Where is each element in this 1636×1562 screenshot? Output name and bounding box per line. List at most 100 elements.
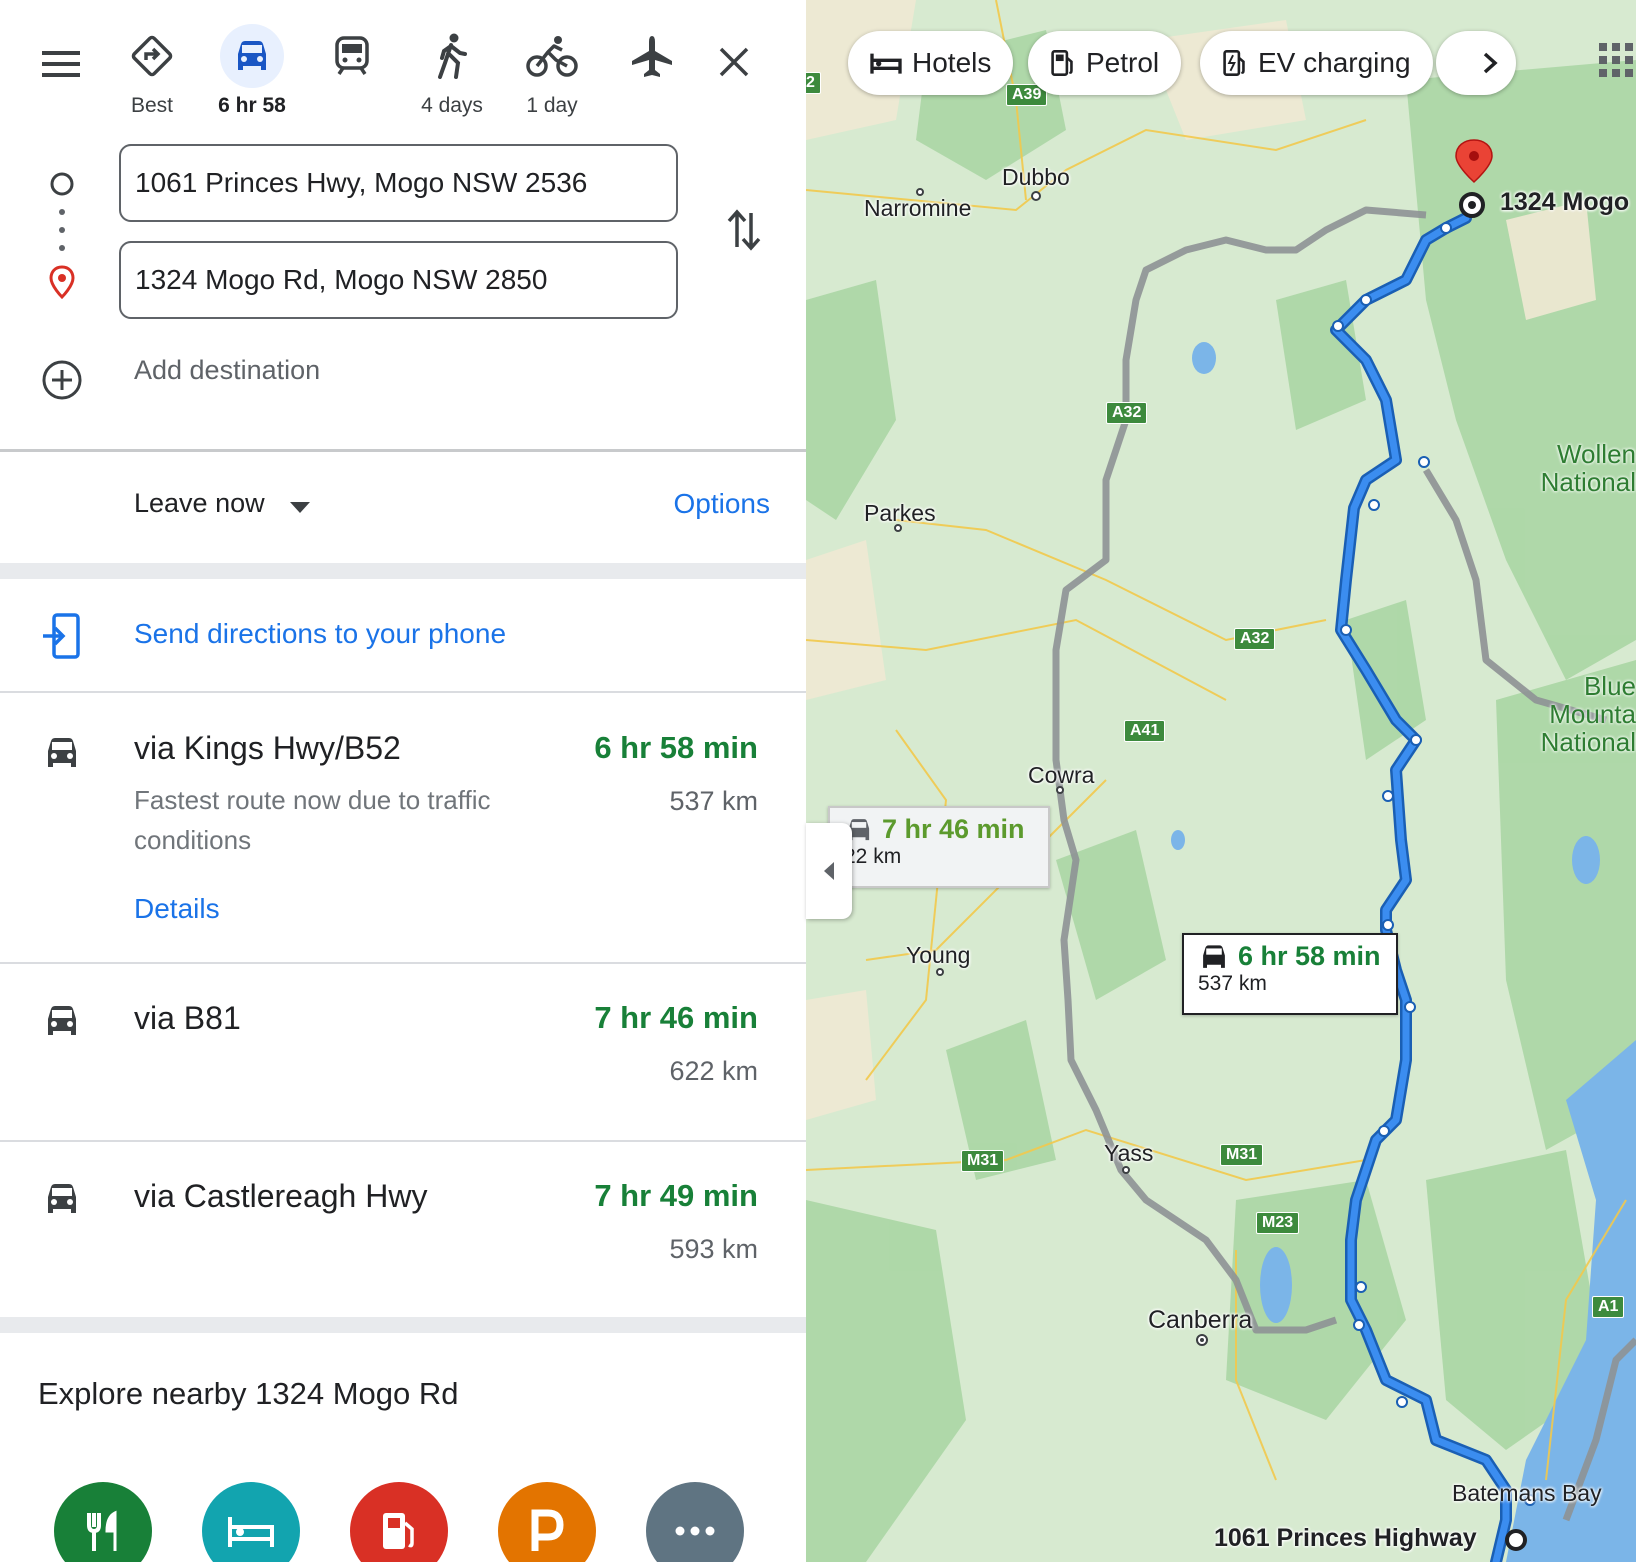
route-distance: 593 km	[669, 1234, 758, 1264]
mode-transit[interactable]	[302, 24, 402, 94]
alt-route-time: 7 hr 46 min	[882, 814, 1025, 844]
city-label: Dubbo	[1002, 164, 1070, 190]
car-icon	[220, 24, 284, 88]
destination-input[interactable]: 1324 Mogo Rd, Mogo NSW 2850	[119, 241, 678, 319]
road-shield: 2	[806, 72, 821, 94]
car-icon	[40, 1001, 84, 1041]
parking-button[interactable]	[498, 1482, 596, 1562]
divider	[0, 1317, 806, 1333]
chevron-right-icon	[1483, 52, 1498, 74]
city-label: Parkes	[864, 500, 936, 526]
city-label: Canberra	[1148, 1306, 1253, 1334]
route-time: 7 hr 49 min	[594, 1178, 758, 1213]
add-circle-icon[interactable]	[40, 358, 84, 402]
menu-icon[interactable]	[38, 44, 86, 84]
mode-driving[interactable]: 6 hr 58	[202, 24, 302, 118]
directions-diamond-icon	[120, 24, 184, 88]
route-title: via Castlereagh Hwy	[134, 1178, 428, 1214]
alt-route-callout[interactable]: 7 hr 46 min 22 km	[828, 806, 1050, 888]
road-shield: M23	[1256, 1212, 1300, 1234]
send-to-phone-icon[interactable]	[38, 612, 86, 660]
city-label: Yass	[1104, 1140, 1154, 1166]
apps-grid-icon[interactable]	[1596, 40, 1636, 80]
origin-input[interactable]: 1061 Princes Hwy, Mogo NSW 2536	[119, 144, 678, 222]
hotels-chip[interactable]: Hotels	[848, 31, 1014, 95]
origin-label: 1061 Princes Highway	[1214, 1524, 1477, 1552]
hotel-icon	[228, 1517, 274, 1547]
mode-flights[interactable]	[602, 24, 702, 94]
road-shield: M31	[961, 1150, 1005, 1172]
details-link[interactable]: Details	[134, 893, 220, 925]
origin-circle-icon	[44, 166, 80, 202]
route-title: via Kings Hwy/B52	[134, 730, 401, 766]
park-label: Wollen National	[1540, 439, 1636, 497]
road-shield: A41	[1124, 720, 1166, 742]
petrol-chip[interactable]: Petrol	[1028, 31, 1182, 95]
city-label: Narromine	[864, 195, 972, 221]
more-button[interactable]	[646, 1482, 744, 1562]
train-icon	[320, 24, 384, 88]
mode-label: Best	[130, 94, 174, 117]
mode-best[interactable]: Best	[102, 24, 202, 118]
divider	[0, 1140, 806, 1142]
route-time: 6 hr 58 min	[594, 730, 758, 765]
bicycle-icon	[520, 24, 584, 88]
destination-pin-icon	[44, 262, 80, 302]
restaurant-icon	[87, 1510, 117, 1551]
caret-left-icon	[824, 862, 834, 880]
restaurant-button[interactable]	[54, 1482, 152, 1562]
ev-charging-chip[interactable]: EV charging	[1200, 31, 1433, 95]
mode-label: 6 hr 58	[218, 94, 286, 117]
petrol-icon	[383, 1513, 414, 1549]
city-label: Cowra	[1028, 762, 1095, 788]
primary-route-time: 6 hr 58 min	[1238, 941, 1381, 971]
ev-charging-icon	[1223, 50, 1245, 76]
mode-cycling[interactable]: 1 day	[502, 24, 602, 118]
hotel-icon	[870, 53, 902, 74]
divider	[0, 563, 806, 579]
park-label: Blue Mounta National	[1540, 671, 1636, 757]
explore-nearby-title: Explore nearby 1324 Mogo Rd	[38, 1376, 459, 1411]
route-time: 7 hr 46 min	[594, 1000, 758, 1035]
road-shield: M31	[1220, 1144, 1264, 1166]
petrol-button[interactable]	[350, 1482, 448, 1562]
route-title: via B81	[134, 1000, 241, 1036]
hotels-button[interactable]	[202, 1482, 300, 1562]
destination-label: 1324 Mogo	[1500, 188, 1630, 216]
city-label: Young	[906, 942, 971, 968]
route-distance: 622 km	[669, 1056, 758, 1086]
route-subtitle: Fastest route now due to traffic conditi…	[134, 785, 491, 855]
chips-next-button[interactable]	[1436, 31, 1516, 95]
send-directions-link[interactable]: Send directions to your phone	[134, 618, 506, 650]
airplane-icon	[620, 24, 684, 88]
divider	[0, 449, 806, 452]
road-shield: A32	[1234, 628, 1276, 650]
directions-panel: Best 6 hr 58 4 days 1 day 1061 Princes H…	[0, 0, 806, 1562]
options-link[interactable]: Options	[674, 488, 771, 520]
car-icon	[1203, 944, 1225, 968]
road-shield: A1	[1592, 1296, 1625, 1318]
map[interactable]: A39 A32 A32 A41 M31 M31 M23 A1 2 Dubbo N…	[806, 0, 1636, 1562]
petrol-icon	[1051, 50, 1073, 76]
more-icon	[675, 1526, 715, 1536]
divider	[0, 962, 806, 964]
swap-icon[interactable]	[720, 200, 768, 260]
route-distance: 537 km	[669, 786, 758, 816]
mode-walking[interactable]: 4 days	[402, 24, 502, 118]
parking-icon	[531, 1509, 564, 1551]
car-icon	[40, 1179, 84, 1219]
mode-label: 4 days	[421, 94, 483, 117]
car-icon	[40, 733, 84, 773]
primary-route-callout[interactable]: 6 hr 58 min 537 km	[1182, 933, 1398, 1015]
walking-icon	[420, 24, 484, 88]
add-destination[interactable]: Add destination	[134, 355, 320, 386]
close-icon[interactable]	[712, 40, 756, 84]
caret-down-icon[interactable]	[286, 496, 314, 520]
mode-label: 1 day	[526, 94, 578, 117]
alt-route-distance: 22 km	[844, 845, 902, 868]
divider	[0, 691, 806, 693]
collapse-panel-button[interactable]	[806, 823, 852, 919]
road-shield: A32	[1106, 402, 1148, 424]
route-dots-icon	[52, 206, 72, 254]
leave-now-dropdown[interactable]: Leave now	[134, 488, 265, 519]
